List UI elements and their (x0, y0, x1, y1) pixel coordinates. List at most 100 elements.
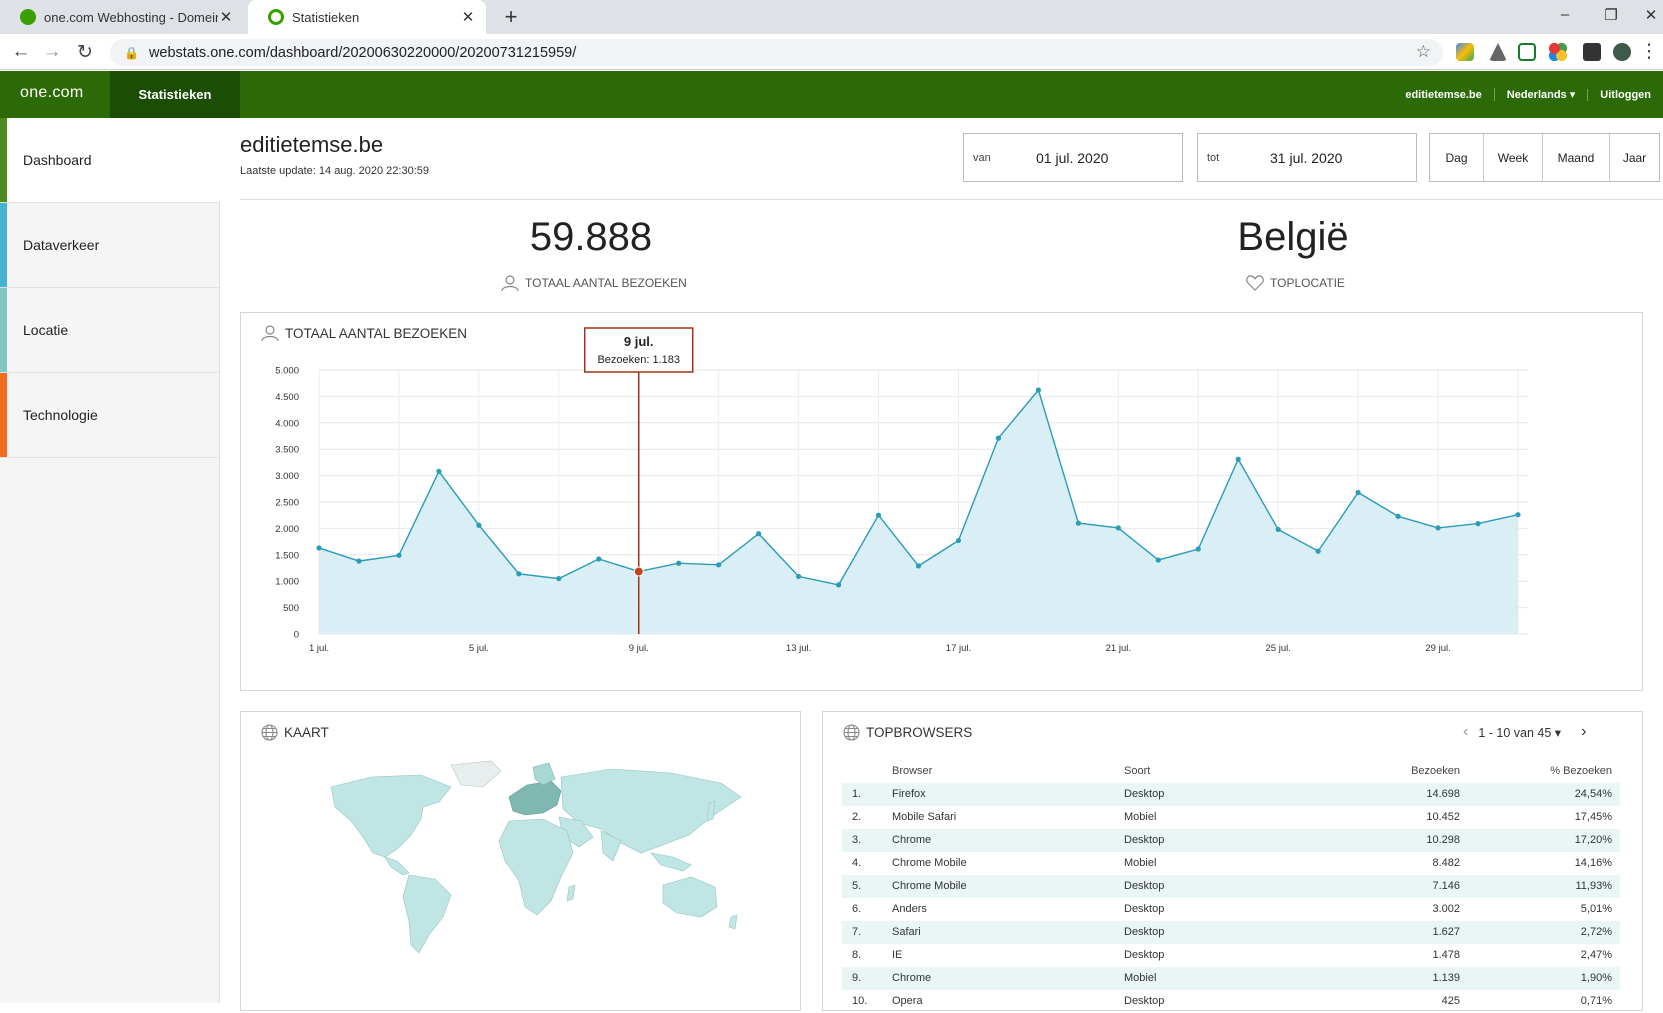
pager: ‹ 1 - 10 van 45 ▾ › (1463, 723, 1586, 741)
extension-dots-icon[interactable] (1549, 43, 1567, 61)
tab-webhosting[interactable]: one.com Webhosting - Domeinnaam ✕ (0, 0, 244, 34)
data-point (1315, 548, 1321, 554)
map-region-africa[interactable] (498, 818, 574, 916)
total-visits-value: 59.888 (529, 215, 653, 259)
row-browser: Mobile Safari (892, 811, 957, 823)
period-week-button[interactable]: Week (1483, 134, 1542, 181)
visits-area-chart[interactable]: 0 500 1.000 1.500 2.000 2.500 3.000 3.500 4.000 4… (241, 313, 1642, 690)
period-year-button[interactable]: Jaar (1609, 134, 1659, 181)
col-header-browser[interactable]: Browser (892, 765, 932, 777)
world-map[interactable] (311, 757, 781, 957)
data-point (1435, 525, 1441, 531)
date-to-field[interactable]: tot 31 jul. 2020 (1197, 133, 1417, 182)
y-tick-label: 4.000 (275, 418, 299, 429)
header-domain[interactable]: editietemse.be (1393, 89, 1493, 101)
extension-color-icon[interactable] (1456, 43, 1474, 61)
map-region-madagascar[interactable] (566, 884, 576, 902)
table-row[interactable]: 1. Firefox Desktop 14.698 24,54% (842, 783, 1620, 806)
reload-icon[interactable]: ↻ (73, 41, 97, 64)
table-row[interactable]: 8. IE Desktop 1.478 2,47% (842, 944, 1620, 967)
close-tab-icon[interactable]: ✕ (460, 8, 476, 26)
x-tick-label: 21 jul. (1106, 643, 1131, 654)
sidebar-item-dataverkeer[interactable]: Dataverkeer (0, 203, 220, 288)
new-tab-icon[interactable]: + (498, 4, 524, 30)
table-row[interactable]: 9. Chrome Mobiel 1.139 1,90% (842, 967, 1620, 990)
chevron-left-icon[interactable]: ‹ (1463, 723, 1468, 741)
chevron-right-icon[interactable]: › (1581, 723, 1586, 741)
map-region-new-zealand[interactable] (728, 914, 738, 930)
table-row[interactable]: 3. Chrome Desktop 10.298 17,20% (842, 829, 1620, 852)
sidebar-item-label: Locatie (23, 322, 69, 338)
chevron-down-icon: ▾ (1569, 89, 1576, 101)
data-point (875, 512, 882, 518)
profile-avatar[interactable] (1613, 43, 1631, 61)
nav-statistieken[interactable]: Statistieken (110, 71, 240, 118)
table-row[interactable]: 4. Chrome Mobile Mobiel 8.482 14,16% (842, 852, 1620, 875)
date-from-field[interactable]: van 01 jul. 2020 (963, 133, 1183, 182)
row-type: Mobiel (1124, 857, 1157, 869)
col-header-type[interactable]: Soort (1124, 765, 1150, 777)
logout-link[interactable]: Uitloggen (1587, 88, 1663, 101)
url-text: webstats.one.com/dashboard/2020063022000… (148, 44, 577, 61)
user-icon (501, 275, 519, 291)
map-region-central-america[interactable] (384, 856, 410, 876)
map-region-south-america[interactable] (402, 874, 452, 954)
pager-dropdown[interactable]: 1 - 10 van 45 ▾ (1478, 725, 1561, 740)
period-day-button[interactable]: Dag (1430, 134, 1483, 181)
x-tick-label: 13 jul. (786, 643, 811, 654)
y-tick-label: 4.500 (275, 392, 299, 403)
extensions-puzzle-icon[interactable] (1583, 43, 1601, 61)
period-month-button[interactable]: Maand (1542, 134, 1609, 181)
y-tick-label: 0 (294, 630, 299, 641)
row-percent: 14,16% (1574, 857, 1612, 869)
bookmark-star-icon[interactable]: ☆ (1416, 42, 1431, 62)
table-row[interactable]: 7. Safari Desktop 1.627 2,72% (842, 921, 1620, 944)
heart-icon (1246, 275, 1264, 291)
table-row[interactable]: 5. Chrome Mobile Desktop 7.146 11,93% (842, 875, 1620, 898)
map-region-australia[interactable] (662, 876, 718, 918)
data-point (716, 562, 722, 568)
sidebar-item-technologie[interactable]: Technologie (0, 373, 220, 458)
date-from-value: 01 jul. 2020 (1036, 149, 1109, 166)
data-point (995, 435, 1002, 441)
data-point (1235, 456, 1241, 462)
sidebar-item-dashboard[interactable]: Dashboard (0, 118, 220, 203)
address-bar-row: ← → ↻ 🔒 webstats.one.com/dashboard/20200… (0, 34, 1663, 70)
extension-shield-icon[interactable] (1518, 43, 1536, 61)
data-point (596, 556, 602, 562)
language-select[interactable]: Nederlands ▾ (1493, 88, 1588, 101)
col-header-visits[interactable]: Bezoeken (1411, 765, 1460, 777)
sidebar-color-bar (0, 203, 7, 287)
tab-statistieken[interactable]: Statistieken ✕ (248, 0, 486, 34)
map-region-north-america[interactable] (330, 774, 452, 858)
table-row[interactable]: 10. Opera Desktop 425 0,71% (842, 990, 1620, 1013)
minimize-icon[interactable]: – (1550, 6, 1580, 23)
menu-kebab-icon[interactable]: ⋮ (1637, 40, 1661, 63)
close-tab-icon[interactable]: ✕ (218, 8, 234, 26)
map-region-greenland[interactable] (450, 760, 502, 788)
map-region-europe[interactable] (508, 780, 562, 816)
table-row[interactable]: 6. Anders Desktop 3.002 5,01% (842, 898, 1620, 921)
back-icon[interactable]: ← (9, 41, 33, 63)
url-field[interactable]: 🔒 webstats.one.com/dashboard/20200630220… (110, 39, 1443, 66)
close-window-icon[interactable]: ✕ (1636, 6, 1663, 24)
col-header-percent[interactable]: % Bezoeken (1550, 765, 1612, 777)
sidebar-item-label: Dataverkeer (23, 237, 100, 253)
row-rank: 6. (852, 903, 862, 915)
top-location-label-row: TOPLOCATIE (1246, 275, 1345, 291)
brand-logo[interactable]: one.com (20, 84, 83, 102)
map-card: KAART (240, 711, 801, 1011)
row-percent: 1,90% (1580, 972, 1612, 984)
forward-icon[interactable]: → (40, 41, 64, 63)
row-visits: 425 (1441, 995, 1460, 1007)
restore-icon[interactable]: ❐ (1596, 6, 1626, 24)
y-tick-label: 5.000 (275, 366, 299, 377)
row-visits: 10.298 (1426, 834, 1460, 846)
sidebar-item-locatie[interactable]: Locatie (0, 288, 220, 373)
row-type: Desktop (1124, 926, 1165, 938)
row-visits: 7.146 (1432, 880, 1460, 892)
map-region-southeast-asia[interactable] (650, 852, 692, 872)
total-visits-label-row: TOTAAL AANTAL BEZOEKEN (501, 275, 687, 291)
table-row[interactable]: 2. Mobile Safari Mobiel 10.452 17,45% (842, 806, 1620, 829)
row-rank: 10. (852, 995, 868, 1007)
